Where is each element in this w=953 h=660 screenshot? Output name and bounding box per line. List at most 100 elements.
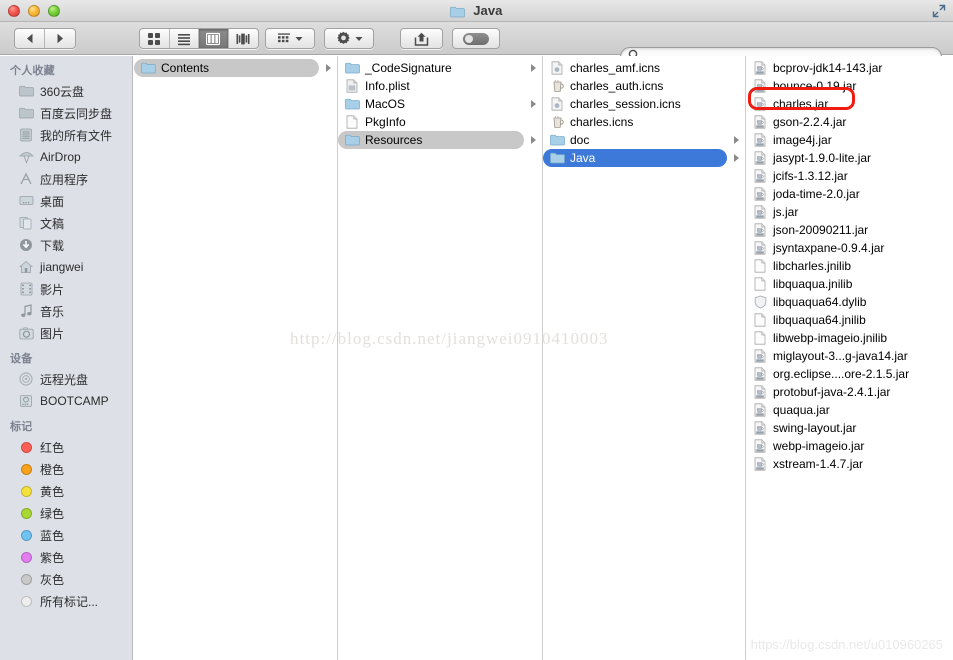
list-item[interactable]: bcprov-jdk14-143.jar bbox=[746, 59, 952, 77]
list-item[interactable]: jcifs-1.3.12.jar bbox=[746, 167, 952, 185]
column-4[interactable]: bcprov-jdk14-143.jar bounce-0.19.jar charl… bbox=[746, 56, 952, 660]
list-item[interactable]: js.jar bbox=[746, 203, 952, 221]
action-menu-button-inner[interactable] bbox=[325, 29, 373, 48]
list-item[interactable]: json-20090211.jar bbox=[746, 221, 952, 239]
column-3[interactable]: charles_amf.icns charles_auth.icns charl… bbox=[543, 56, 746, 660]
coverflow-view-button[interactable] bbox=[229, 29, 258, 48]
list-item[interactable]: charles_session.icns bbox=[543, 95, 745, 113]
list-item[interactable]: libquaqua64.jnilib bbox=[746, 311, 952, 329]
list-item-label: json-20090211.jar bbox=[773, 223, 869, 237]
sidebar-item-baiducloud[interactable]: 百度云同步盘 bbox=[0, 102, 132, 124]
list-item[interactable]: miglayout-3...g-java14.jar bbox=[746, 347, 952, 365]
list-item[interactable]: webp-imageio.jar bbox=[746, 437, 952, 455]
list-item[interactable]: Resources bbox=[338, 131, 536, 149]
list-item[interactable]: charles_amf.icns bbox=[543, 59, 745, 77]
arrange-button[interactable] bbox=[265, 28, 315, 49]
list-item[interactable]: charles_auth.icns bbox=[543, 77, 745, 95]
sidebar-tag-purple[interactable]: 紫色 bbox=[0, 546, 132, 568]
toggle-pill-icon bbox=[463, 32, 489, 45]
list-item[interactable]: jsyntaxpane-0.9.4.jar bbox=[746, 239, 952, 257]
list-item-label: Java bbox=[570, 151, 596, 165]
sidebar-item-documents[interactable]: 文稿 bbox=[0, 212, 132, 234]
jar-file-icon bbox=[752, 78, 768, 94]
jar-file-icon bbox=[752, 186, 768, 202]
list-item[interactable]: gson-2.2.4.jar bbox=[746, 113, 952, 131]
arrange-button-inner[interactable] bbox=[266, 29, 314, 48]
sidebar-item-pictures[interactable]: 图片 bbox=[0, 322, 132, 344]
sidebar-tag-blue[interactable]: 蓝色 bbox=[0, 524, 132, 546]
hard-drive-icon bbox=[18, 393, 34, 409]
list-item[interactable]: PkgInfo bbox=[338, 113, 542, 131]
sidebar-tag-gray[interactable]: 灰色 bbox=[0, 568, 132, 590]
list-item[interactable]: joda-time-2.0.jar bbox=[746, 185, 952, 203]
column-view-button[interactable] bbox=[199, 29, 229, 48]
sidebar-all-tags[interactable]: 所有标记... bbox=[0, 590, 132, 612]
fullscreen-icon[interactable] bbox=[932, 4, 946, 18]
list-item[interactable]: image4j.jar bbox=[746, 131, 952, 149]
sidebar-item-bootcamp[interactable]: BOOTCAMP bbox=[0, 390, 132, 412]
folder-icon bbox=[140, 60, 156, 76]
list-item[interactable]: xstream-1.4.7.jar bbox=[746, 455, 952, 473]
sidebar-item-movies[interactable]: 影片 bbox=[0, 278, 132, 300]
sidebar-item-music[interactable]: 音乐 bbox=[0, 300, 132, 322]
sidebar-item-all-my-files[interactable]: 我的所有文件 bbox=[0, 124, 132, 146]
back-button[interactable] bbox=[15, 29, 46, 48]
action-menu-button[interactable] bbox=[324, 28, 374, 49]
list-item[interactable]: quaqua.jar bbox=[746, 401, 952, 419]
sidebar[interactable]: 个人收藏 360云盘 百度云同步盘 我的所有文件 AirDrop 应用程序 桌面… bbox=[0, 56, 133, 660]
list-item[interactable]: Java bbox=[543, 149, 739, 167]
list-item[interactable]: charles.jar bbox=[746, 95, 952, 113]
list-item[interactable]: libwebp-imageio.jnilib bbox=[746, 329, 952, 347]
folder-icon bbox=[344, 96, 360, 112]
sidebar-item-360cloud[interactable]: 360云盘 bbox=[0, 80, 132, 102]
column-2[interactable]: _CodeSignature Info.plist MacOS PkgInfo … bbox=[338, 56, 543, 660]
icon-view-button[interactable] bbox=[140, 29, 170, 48]
list-item[interactable]: libcharles.jnilib bbox=[746, 257, 952, 275]
forward-button[interactable] bbox=[45, 29, 75, 48]
sidebar-tag-orange[interactable]: 橙色 bbox=[0, 458, 132, 480]
list-item-label: charles_session.icns bbox=[570, 97, 681, 111]
tags-toggle-button[interactable] bbox=[452, 28, 500, 49]
sidebar-item-desktop[interactable]: 桌面 bbox=[0, 190, 132, 212]
share-button[interactable] bbox=[400, 28, 443, 49]
list-item[interactable]: bounce-0.19.jar bbox=[746, 77, 952, 95]
plist-file-icon bbox=[344, 78, 360, 94]
share-button-inner[interactable] bbox=[401, 29, 442, 48]
list-item[interactable]: charles.icns bbox=[543, 113, 745, 131]
toolbar bbox=[0, 22, 953, 67]
sidebar-tag-yellow[interactable]: 黄色 bbox=[0, 480, 132, 502]
sidebar-item-downloads[interactable]: 下载 bbox=[0, 234, 132, 256]
list-item[interactable]: _CodeSignature bbox=[338, 59, 542, 77]
movies-icon bbox=[18, 281, 34, 297]
list-item[interactable]: Info.plist bbox=[338, 77, 542, 95]
blank-file-icon bbox=[344, 114, 360, 130]
column-1[interactable]: Contents bbox=[134, 56, 338, 660]
list-item[interactable]: libquaqua.jnilib bbox=[746, 275, 952, 293]
disclosure-arrow-icon bbox=[326, 64, 331, 72]
icns-file-icon bbox=[549, 96, 565, 112]
list-item-label: _CodeSignature bbox=[365, 61, 452, 75]
list-item-label: quaqua.jar bbox=[773, 403, 830, 417]
chevron-down-icon bbox=[295, 36, 303, 41]
sidebar-item-label: 紫色 bbox=[40, 550, 65, 565]
tag-dot-icon bbox=[18, 439, 34, 455]
list-item[interactable]: swing-layout.jar bbox=[746, 419, 952, 437]
arrange-icon bbox=[278, 32, 290, 42]
sidebar-item-airdrop[interactable]: AirDrop bbox=[0, 146, 132, 168]
tag-dot-icon bbox=[18, 527, 34, 543]
sidebar-item-remote-disc[interactable]: 远程光盘 bbox=[0, 368, 132, 390]
list-item-label: doc bbox=[570, 133, 590, 147]
list-item[interactable]: jasypt-1.9.0-lite.jar bbox=[746, 149, 952, 167]
list-view-button[interactable] bbox=[170, 29, 199, 48]
list-item[interactable]: org.eclipse....ore-2.1.5.jar bbox=[746, 365, 952, 383]
sidebar-tag-red[interactable]: 红色 bbox=[0, 436, 132, 458]
list-item[interactable]: libquaqua64.dylib bbox=[746, 293, 952, 311]
list-item[interactable]: MacOS bbox=[338, 95, 542, 113]
list-item[interactable]: protobuf-java-2.4.1.jar bbox=[746, 383, 952, 401]
list-item[interactable]: doc bbox=[543, 131, 745, 149]
sidebar-item-applications[interactable]: 应用程序 bbox=[0, 168, 132, 190]
list-item[interactable]: Contents bbox=[134, 59, 331, 77]
list-item-label: image4j.jar bbox=[773, 133, 832, 147]
sidebar-item-home[interactable]: jiangwei bbox=[0, 256, 132, 278]
sidebar-tag-green[interactable]: 绿色 bbox=[0, 502, 132, 524]
